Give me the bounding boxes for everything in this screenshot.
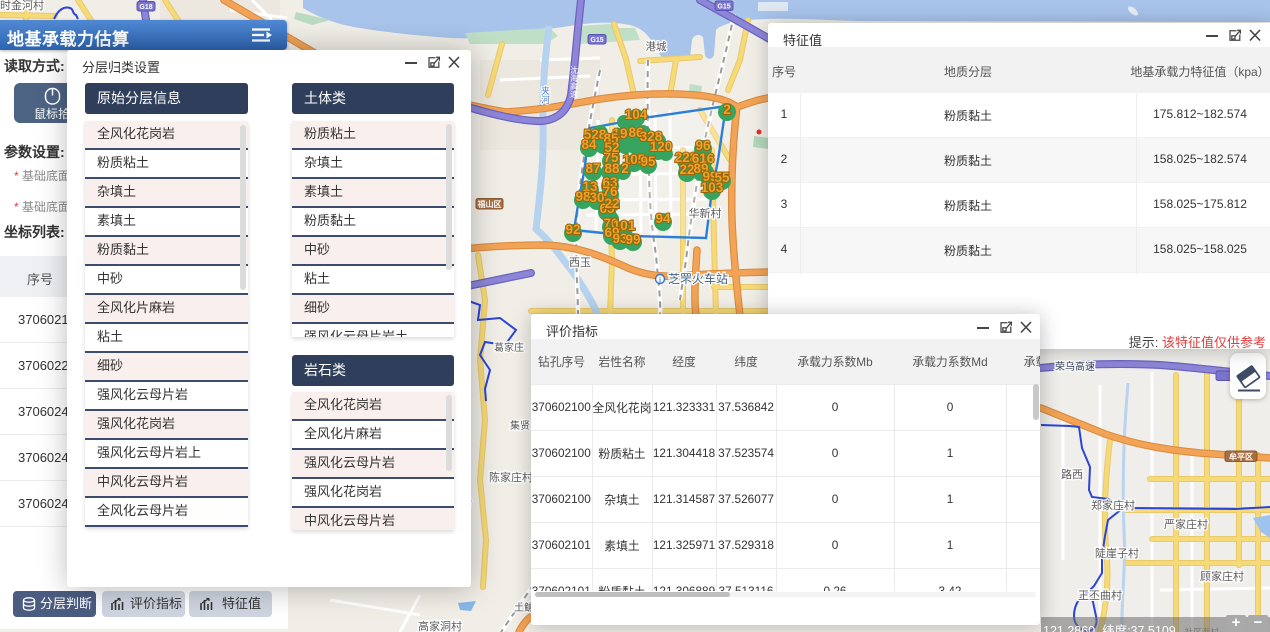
svg-text:西玉: 西玉 <box>569 257 591 269</box>
svg-text:92: 92 <box>565 222 580 237</box>
svg-text:95: 95 <box>640 154 656 169</box>
svg-text:芝罘火车站: 芝罘火车站 <box>668 271 728 286</box>
svg-text:i: i <box>659 278 661 285</box>
svg-text:严家庄村: 严家庄村 <box>1164 517 1208 531</box>
svg-text:52: 52 <box>604 140 619 155</box>
svg-text:G18: G18 <box>139 4 152 11</box>
svg-text:G15: G15 <box>590 37 603 44</box>
svg-text:94: 94 <box>655 211 671 226</box>
svg-text:集贤: 集贤 <box>510 419 530 432</box>
svg-text:2: 2 <box>723 102 731 117</box>
svg-text:120: 120 <box>650 139 673 154</box>
svg-text:路西: 路西 <box>1061 468 1083 481</box>
svg-text:96: 96 <box>695 138 711 153</box>
svg-text:高家洞村: 高家洞村 <box>418 619 462 632</box>
svg-text:荣乌高速: 荣乌高速 <box>1055 360 1095 373</box>
svg-text:王丕曲村: 王丕曲村 <box>1078 588 1122 602</box>
svg-text:郑家庄村: 郑家庄村 <box>1091 498 1135 512</box>
svg-text:88: 88 <box>604 161 620 176</box>
svg-text:22: 22 <box>679 162 694 177</box>
svg-text:陡崖子村: 陡崖子村 <box>1095 546 1139 560</box>
svg-text:葛家庄: 葛家庄 <box>494 341 524 354</box>
svg-text:牟平区: 牟平区 <box>1229 452 1253 462</box>
svg-text:103: 103 <box>701 180 724 195</box>
svg-text:顾家庄村: 顾家庄村 <box>1200 569 1244 583</box>
svg-text:104: 104 <box>625 107 648 122</box>
svg-text:福山区: 福山区 <box>477 199 502 209</box>
svg-text:陈家庄村: 陈家庄村 <box>489 470 533 484</box>
svg-text:时金河村: 时金河村 <box>0 0 44 12</box>
svg-text:沈海高速: 沈海高速 <box>570 65 579 99</box>
svg-text:港城: 港城 <box>646 41 667 53</box>
svg-text:84: 84 <box>581 137 597 152</box>
svg-text:华新村: 华新村 <box>689 206 722 220</box>
svg-text:2: 2 <box>621 161 629 176</box>
svg-text:夹河: 夹河 <box>540 85 550 104</box>
svg-text:99: 99 <box>625 232 640 247</box>
svg-text:87: 87 <box>585 161 600 176</box>
svg-text:G15: G15 <box>717 4 730 11</box>
svg-text:22: 22 <box>604 196 619 211</box>
